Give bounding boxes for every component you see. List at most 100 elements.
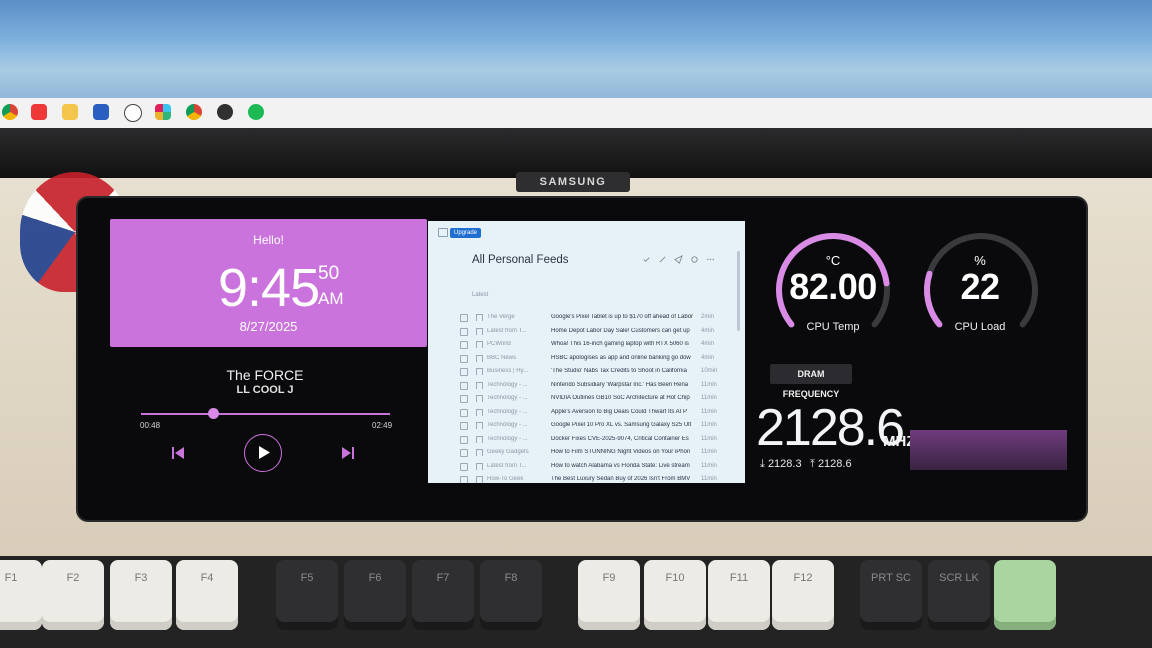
bookmark-icon[interactable] (476, 368, 483, 375)
bookmark-icon[interactable] (476, 476, 483, 483)
keyboard-key[interactable]: F12 (772, 560, 834, 630)
feed-row-headline: Whoa! This 16-inch gaming laptop with RT… (551, 341, 689, 347)
bookmark-icon[interactable] (476, 327, 483, 335)
clock-ampm: AM (318, 289, 344, 308)
chrome-icon[interactable] (2, 104, 18, 120)
keyboard-key[interactable]: F1 (0, 560, 42, 630)
feed-row[interactable]: Technology - ... Nintendo Subsidiary 'War… (428, 379, 745, 393)
feed-row-age: 2min (701, 314, 715, 320)
cpu-load-label: CPU Load (954, 321, 1006, 333)
dram-frequency-badge: DRAM FREQUENCY (770, 364, 852, 399)
bookmark-icon[interactable] (476, 422, 483, 429)
keyboard-key[interactable]: PRT SC (860, 560, 922, 630)
word-icon[interactable] (93, 104, 109, 120)
cpu-temp-value: 82.00 (789, 266, 877, 307)
feed-row-checkbox[interactable] (460, 435, 468, 444)
feed-row-checkbox[interactable] (460, 354, 468, 363)
track-artist: LL COOL J (236, 384, 294, 396)
dram-min-value: 2128.3 (767, 458, 802, 470)
mark-read-icon[interactable] (642, 255, 651, 264)
next-track-button[interactable] (339, 444, 357, 462)
feed-row-checkbox[interactable] (460, 314, 468, 322)
keyboard-key[interactable]: F8 (480, 560, 542, 630)
feed-row-checkbox[interactable] (460, 408, 468, 417)
feed-row-checkbox[interactable] (460, 395, 468, 403)
keyboard-key[interactable]: SCR LK (928, 560, 990, 630)
keyboard-key[interactable]: F7 (412, 560, 474, 630)
keyboard-key[interactable]: F11 (708, 560, 770, 630)
feed-row-checkbox[interactable] (460, 381, 468, 390)
feed-scrollbar[interactable] (737, 251, 740, 331)
previous-track-button[interactable] (169, 444, 187, 462)
seek-bar[interactable] (141, 413, 390, 415)
feed-row-checkbox[interactable] (460, 327, 468, 336)
obs-icon[interactable] (217, 104, 233, 120)
feed-row[interactable]: Latest from T... How to watch Alabama vs … (428, 460, 745, 474)
sidebar-toggle-icon[interactable] (438, 228, 448, 237)
clock-seconds: 50 (318, 263, 340, 284)
feed-row-age: 10min (701, 368, 718, 374)
feed-row-source: BBC News (487, 354, 517, 361)
feed-row-checkbox[interactable] (460, 368, 468, 376)
arrow-up-icon: ⤒ (810, 458, 815, 470)
keyboard-key[interactable]: F3 (110, 560, 172, 630)
feed-row[interactable]: Technology - ... Apple's Aversion to Big … (428, 406, 745, 420)
monitor-brand-label: SAMSUNG (516, 172, 630, 192)
feed-row-checkbox[interactable] (460, 462, 468, 471)
bookmark-icon[interactable] (476, 435, 483, 443)
greeting-text: Hello! (253, 233, 284, 247)
vivaldi-icon[interactable] (31, 104, 47, 120)
cpu-temp-label: CPU Temp (806, 321, 860, 333)
keyboard-key[interactable]: F10 (644, 560, 706, 630)
bookmark-icon[interactable] (476, 408, 483, 416)
feed-row-age: 11min (701, 381, 717, 388)
feed-row[interactable]: Business | Hy... 'The Studio' Nabs Tax Cr… (428, 365, 745, 379)
feed-row[interactable]: Technology - ... Google Pixel 10 Pro XL v… (428, 419, 745, 433)
bookmark-icon[interactable] (476, 381, 483, 389)
dram-min: ⤓ 2128.3 (760, 458, 802, 471)
keyboard-key[interactable] (994, 560, 1056, 630)
feed-row-checkbox[interactable] (460, 449, 468, 457)
feed-row[interactable]: BBC News HSBC apologises as app and onlin… (428, 352, 745, 366)
feed-row[interactable]: Geeky Gadgets How to Film STUNNING Night … (428, 446, 745, 460)
keyboard-key[interactable]: F9 (578, 560, 640, 630)
play-button[interactable] (244, 434, 282, 472)
monitor-bezel (0, 128, 1152, 178)
send-icon[interactable] (674, 255, 683, 264)
dram-frequency-graph (910, 430, 1067, 470)
bookmark-icon[interactable] (476, 449, 483, 456)
feed-row-checkbox[interactable] (460, 422, 468, 430)
keyboard-key[interactable]: F2 (42, 560, 104, 630)
keyboard-key[interactable]: F4 (176, 560, 238, 630)
refresh-icon[interactable] (690, 255, 699, 264)
spotify-icon[interactable] (248, 104, 264, 120)
feed-row-checkbox[interactable] (460, 476, 468, 483)
feed-row-age: 11min (701, 449, 717, 455)
bookmark-icon[interactable] (476, 354, 483, 362)
feed-row-headline: How to watch Alabama vs Florida State: L… (551, 462, 690, 469)
keyboard-key[interactable]: F5 (276, 560, 338, 630)
dell-icon[interactable] (124, 104, 142, 122)
magic-icon[interactable] (658, 255, 667, 264)
keyboard-key[interactable]: F6 (344, 560, 406, 630)
feed-row[interactable]: PCWorld Whoa! This 16-inch gaming laptop … (428, 338, 745, 352)
bookmark-icon[interactable] (476, 395, 483, 402)
bookmark-icon[interactable] (476, 462, 483, 470)
feed-row-age: 11min (701, 395, 717, 401)
file-explorer-icon[interactable] (62, 104, 78, 120)
feed-row-age: 11min (701, 422, 717, 428)
slack-icon[interactable] (155, 104, 171, 120)
upgrade-button[interactable]: Upgrade (450, 228, 482, 238)
feed-row[interactable]: The Verge Google's Pixel Tablet is up to … (428, 311, 745, 325)
feed-row[interactable]: Latest from T... Home Depot Labor Day Sal… (428, 325, 745, 339)
feed-row-headline: HSBC apologises as app and online bankin… (551, 354, 691, 361)
chrome-icon[interactable] (186, 104, 202, 120)
bookmark-icon[interactable] (476, 341, 483, 348)
feed-row[interactable]: Technology - ... Docker Fixes CVE-2025-90… (428, 433, 745, 447)
dram-frequency-value: 2128.6 (756, 399, 905, 457)
feed-row-checkbox[interactable] (460, 341, 468, 349)
bookmark-icon[interactable] (476, 314, 483, 321)
feed-row[interactable]: How-To Geek The Best Luxury Sedan Buy of … (428, 473, 745, 483)
more-icon[interactable] (706, 255, 715, 264)
feed-row[interactable]: Technology - ... NVIDIA Outlines GB10 SoC… (428, 392, 745, 406)
